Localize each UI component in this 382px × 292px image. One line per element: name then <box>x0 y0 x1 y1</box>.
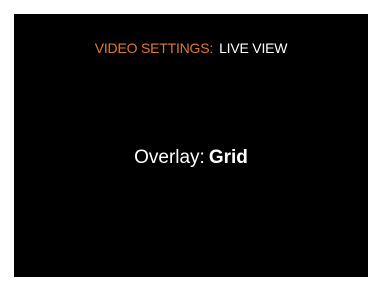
menu-page-label: LIVE VIEW <box>219 40 288 56</box>
camera-menu-screen: VIDEO SETTINGS: LIVE VIEW Overlay: Grid <box>14 14 368 277</box>
setting-label: Overlay: <box>134 147 205 168</box>
menu-section-label: VIDEO SETTINGS: <box>94 40 214 56</box>
overlay-setting[interactable]: Overlay: Grid <box>14 147 368 169</box>
menu-header: VIDEO SETTINGS: LIVE VIEW <box>14 40 368 56</box>
setting-value[interactable]: Grid <box>209 147 248 168</box>
